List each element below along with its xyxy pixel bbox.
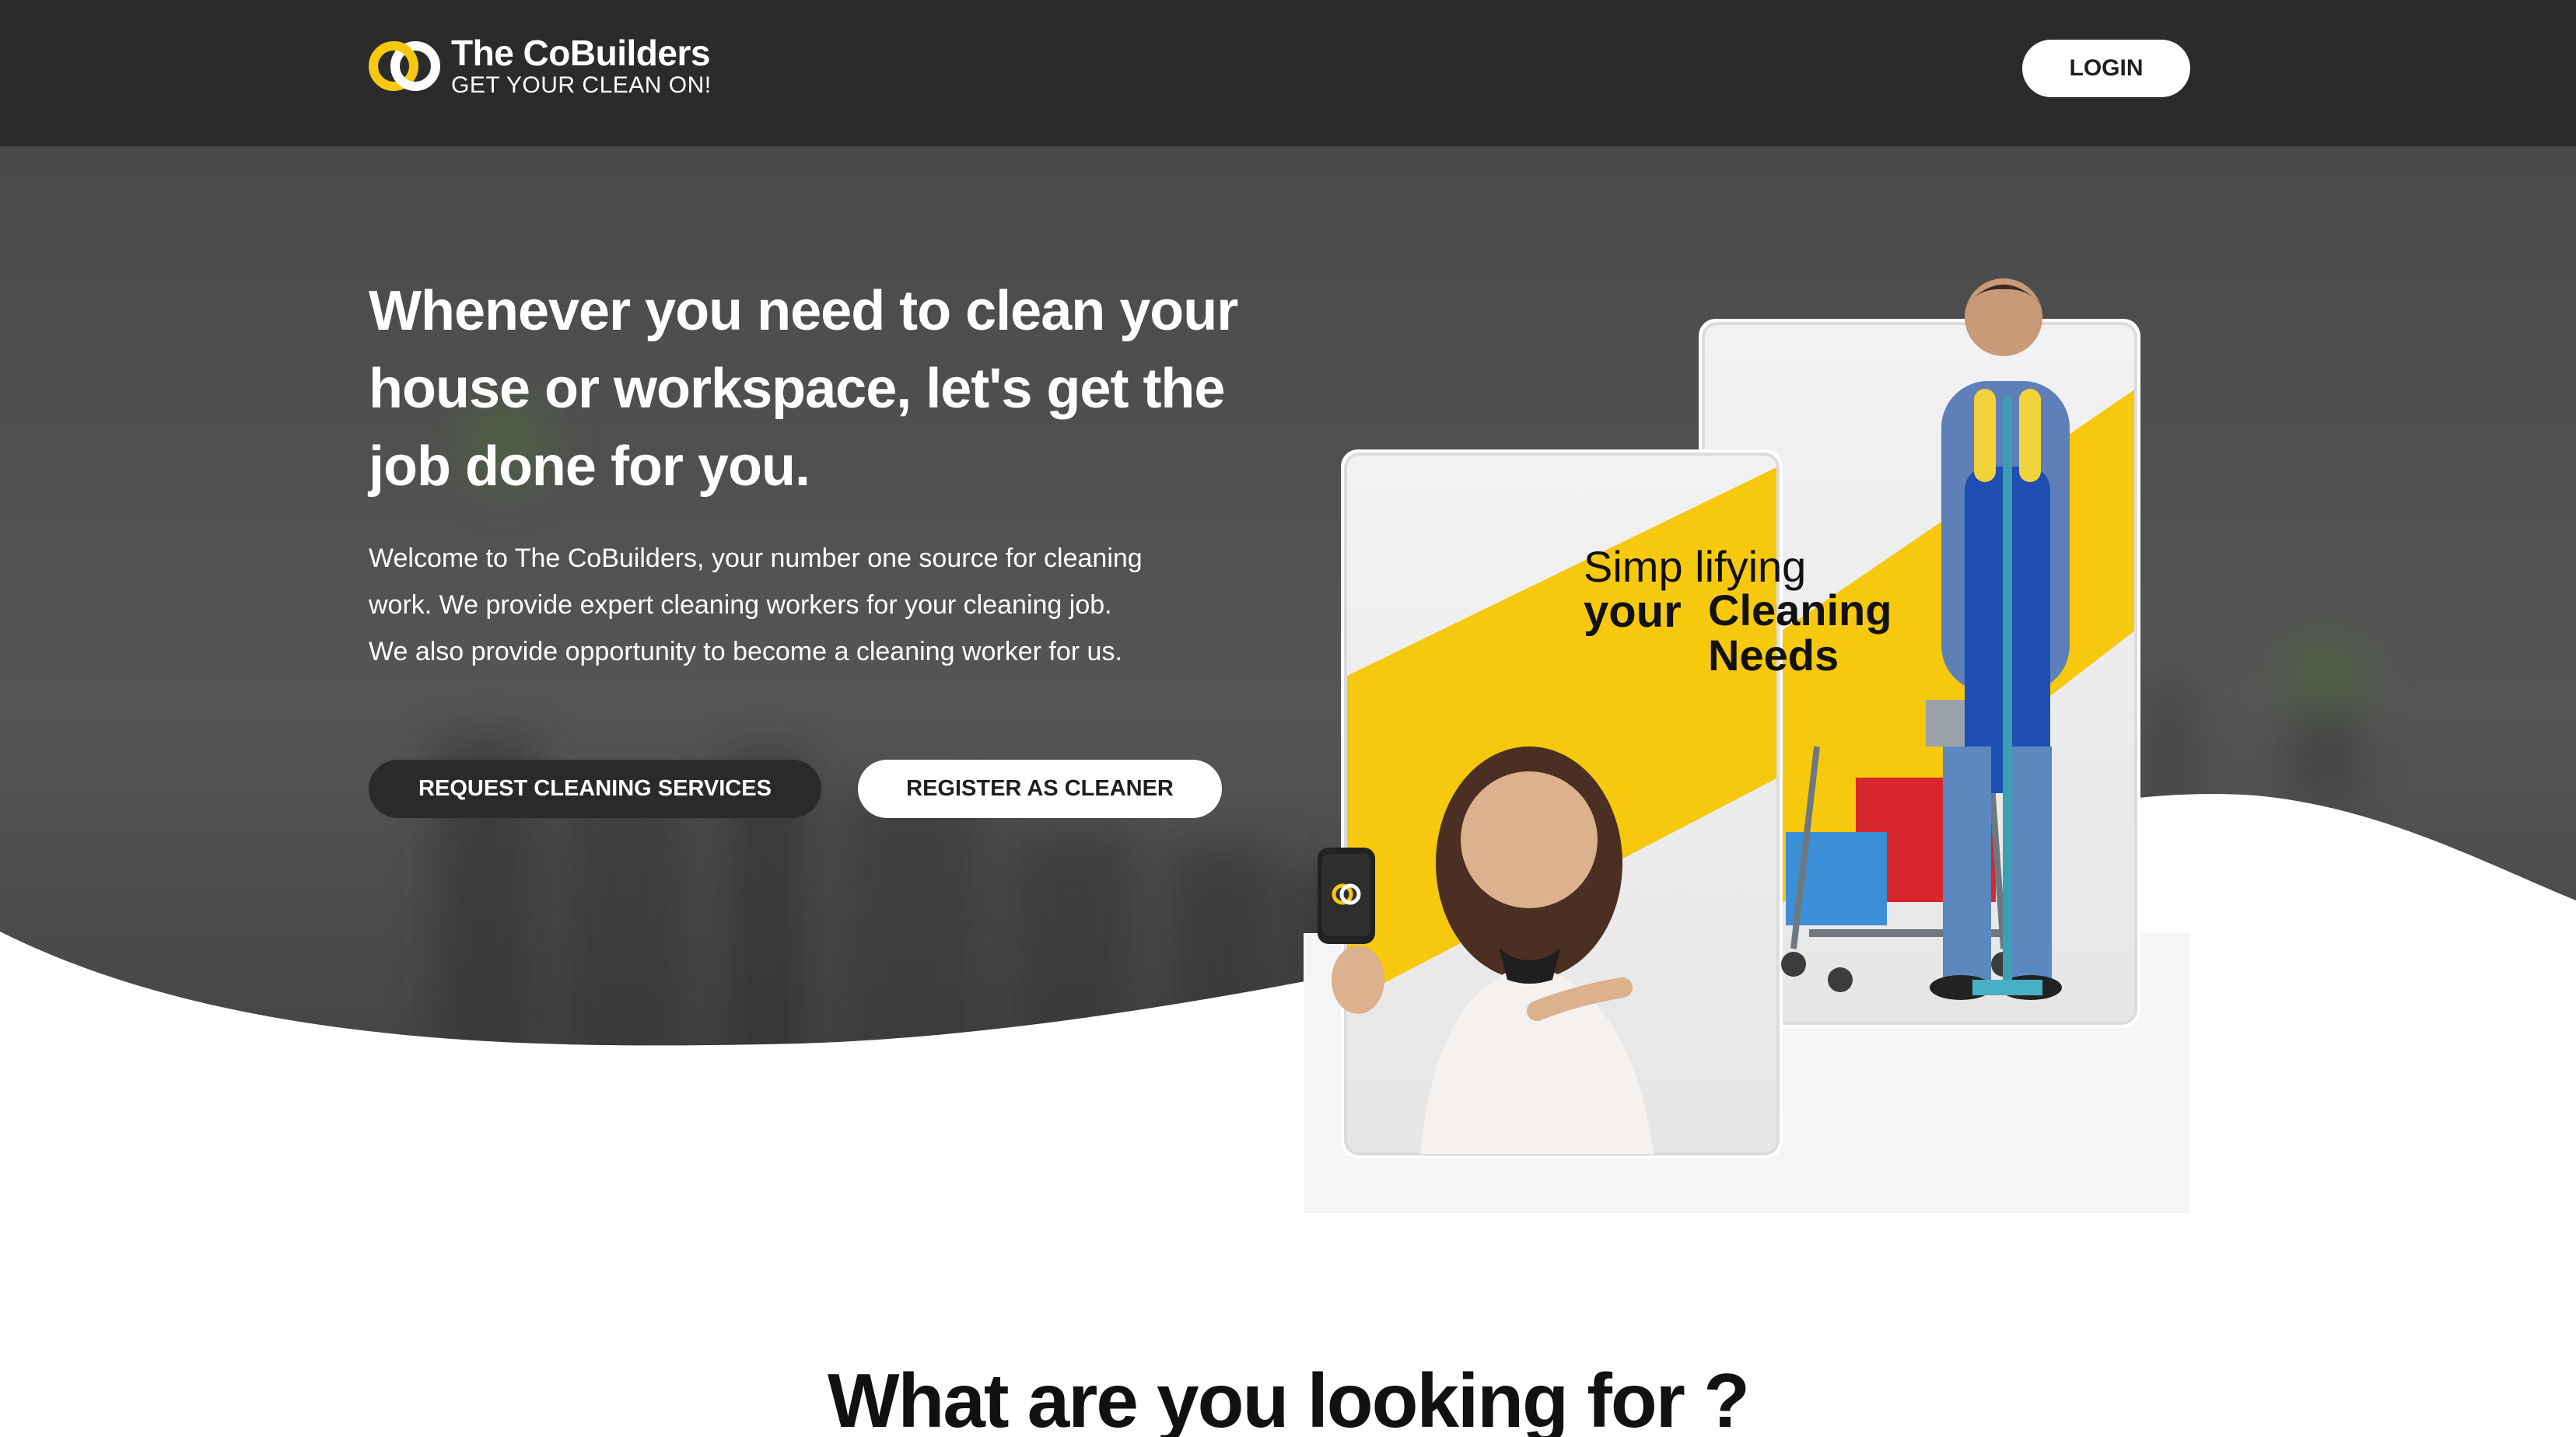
login-button[interactable]: LOGIN (2022, 40, 2190, 97)
brand-name: The CoBuilders (451, 33, 710, 73)
brand[interactable]: The CoBuilders GET YOUR CLEAN ON! (369, 33, 712, 100)
site-header: The CoBuilders GET YOUR CLEAN ON! LOGIN (0, 0, 2576, 146)
hero-illustration (1304, 264, 2190, 1213)
brand-logo-icon (369, 39, 440, 93)
hero-title: Whenever you need to clean your house or… (369, 280, 1238, 498)
promo-line-2: your (1584, 586, 1682, 637)
section-title: What are you looking for ? (828, 1358, 1750, 1437)
hero-description: Welcome to The CoBuilders, your number o… (369, 544, 1143, 666)
promo-line-3: Cleaning Needs (1708, 586, 1892, 680)
brand-tagline: GET YOUR CLEAN ON! (451, 72, 712, 98)
request-cleaning-services-button[interactable]: REQUEST CLEANING SERVICES (369, 760, 821, 818)
promo-line-1: Simp lifying (1584, 542, 1807, 591)
register-as-cleaner-button[interactable]: REGISTER AS CLEANER (858, 760, 1222, 818)
